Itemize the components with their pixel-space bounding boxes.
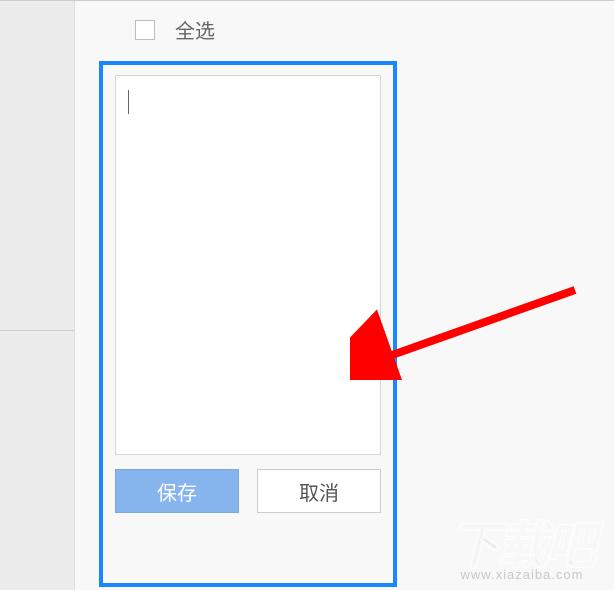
select-all-label: 全选 xyxy=(175,15,215,44)
select-all-checkbox[interactable] xyxy=(135,20,155,40)
content-panel: 全选 保存 取消 xyxy=(74,1,614,590)
text-cursor-icon xyxy=(128,90,129,114)
select-all-row: 全选 xyxy=(135,15,215,44)
left-divider xyxy=(0,330,74,331)
button-row: 保存 取消 xyxy=(115,469,381,513)
cancel-button[interactable]: 取消 xyxy=(257,469,381,513)
save-button[interactable]: 保存 xyxy=(115,469,239,513)
text-input-area[interactable] xyxy=(115,75,381,455)
